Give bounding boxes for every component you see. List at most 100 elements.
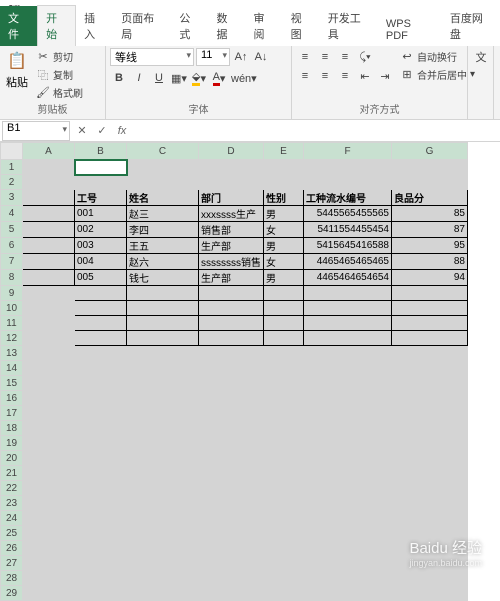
cell[interactable] [304,541,392,556]
cell[interactable] [75,451,127,466]
cell[interactable]: 4465464654654 [304,270,392,286]
cell[interactable]: 5445565455565 [304,206,392,222]
cell[interactable] [23,481,75,496]
cell[interactable] [304,301,392,316]
row-header[interactable]: 17 [1,406,23,421]
cell[interactable] [75,316,127,331]
cell[interactable] [199,160,264,175]
tab-home[interactable]: 开始 [37,5,76,46]
cell[interactable] [23,511,75,526]
cell[interactable]: 88 [392,254,468,270]
cell[interactable] [264,286,304,301]
cell[interactable]: 004 [75,254,127,270]
cell[interactable] [23,586,75,601]
cell[interactable]: 94 [392,270,468,286]
cell[interactable] [199,526,264,541]
cell[interactable] [127,406,199,421]
cell[interactable] [199,451,264,466]
cell[interactable] [75,160,127,175]
cell[interactable] [199,175,264,190]
tab-review[interactable]: 审阅 [246,6,283,46]
wrap-text-button[interactable]: ↩自动换行 [398,48,477,65]
cell[interactable] [23,346,75,361]
cell[interactable] [264,436,304,451]
cell[interactable] [75,436,127,451]
cell[interactable] [199,586,264,601]
cell[interactable] [199,556,264,571]
phonetic-button[interactable]: wén▾ [230,69,258,87]
fill-color-button[interactable]: ⬙▾ [190,69,208,87]
row-header[interactable]: 15 [1,376,23,391]
cell[interactable] [23,556,75,571]
cell[interactable] [392,331,468,346]
cell[interactable] [304,571,392,586]
align-middle-icon[interactable]: ≡ [316,48,334,66]
cell[interactable] [199,361,264,376]
align-bottom-icon[interactable]: ≡ [336,48,354,66]
cell[interactable] [23,406,75,421]
cell[interactable] [127,526,199,541]
cell[interactable] [75,481,127,496]
cell[interactable] [264,361,304,376]
cell[interactable] [264,175,304,190]
cell[interactable] [264,541,304,556]
cell[interactable] [199,391,264,406]
cell[interactable] [127,346,199,361]
orientation-icon[interactable]: ⤹▾ [356,48,374,66]
cell[interactable] [199,286,264,301]
cell[interactable] [304,526,392,541]
cell[interactable] [23,190,75,206]
cell[interactable] [127,571,199,586]
cell[interactable] [264,526,304,541]
number-group-partial[interactable]: 文 [472,48,490,66]
row-header[interactable]: 25 [1,526,23,541]
cell[interactable] [392,436,468,451]
cell[interactable]: 85 [392,206,468,222]
cell[interactable] [75,466,127,481]
cell[interactable] [199,466,264,481]
row-header[interactable]: 9 [1,286,23,301]
cell[interactable] [392,496,468,511]
row-header[interactable]: 2 [1,175,23,190]
row-header[interactable]: 23 [1,496,23,511]
cell[interactable] [264,466,304,481]
row-header[interactable]: 14 [1,361,23,376]
cell[interactable] [75,586,127,601]
row-header[interactable]: 21 [1,466,23,481]
cell[interactable]: 95 [392,238,468,254]
row-header[interactable]: 7 [1,254,23,270]
cell[interactable] [199,331,264,346]
cell[interactable]: 工号 [75,190,127,206]
align-top-icon[interactable]: ≡ [296,48,314,66]
cell[interactable] [75,421,127,436]
cell[interactable] [75,175,127,190]
cell[interactable] [127,421,199,436]
cell[interactable] [127,361,199,376]
cell[interactable] [23,331,75,346]
cell[interactable] [304,586,392,601]
cell[interactable] [199,301,264,316]
tab-wps[interactable]: WPS PDF [378,14,442,46]
cell[interactable] [23,526,75,541]
col-header[interactable]: C [127,143,199,160]
cell[interactable] [127,541,199,556]
cell[interactable] [304,406,392,421]
cell[interactable] [199,541,264,556]
row-header[interactable]: 22 [1,481,23,496]
cell[interactable] [392,175,468,190]
row-header[interactable]: 5 [1,222,23,238]
cell[interactable] [264,451,304,466]
cell[interactable] [392,466,468,481]
cell[interactable]: 5415645416588 [304,238,392,254]
cell[interactable] [392,421,468,436]
cell[interactable]: 001 [75,206,127,222]
cell[interactable] [304,421,392,436]
cell[interactable]: xxxssss生产 [199,206,264,222]
decrease-font-icon[interactable]: A↓ [252,48,270,66]
indent-inc-icon[interactable]: ⇥ [376,67,394,85]
tab-layout[interactable]: 页面布局 [113,6,171,46]
row-header[interactable]: 12 [1,331,23,346]
cell[interactable] [304,451,392,466]
copy-button[interactable]: ⿻复制 [34,66,85,83]
cell[interactable]: 王五 [127,238,199,254]
